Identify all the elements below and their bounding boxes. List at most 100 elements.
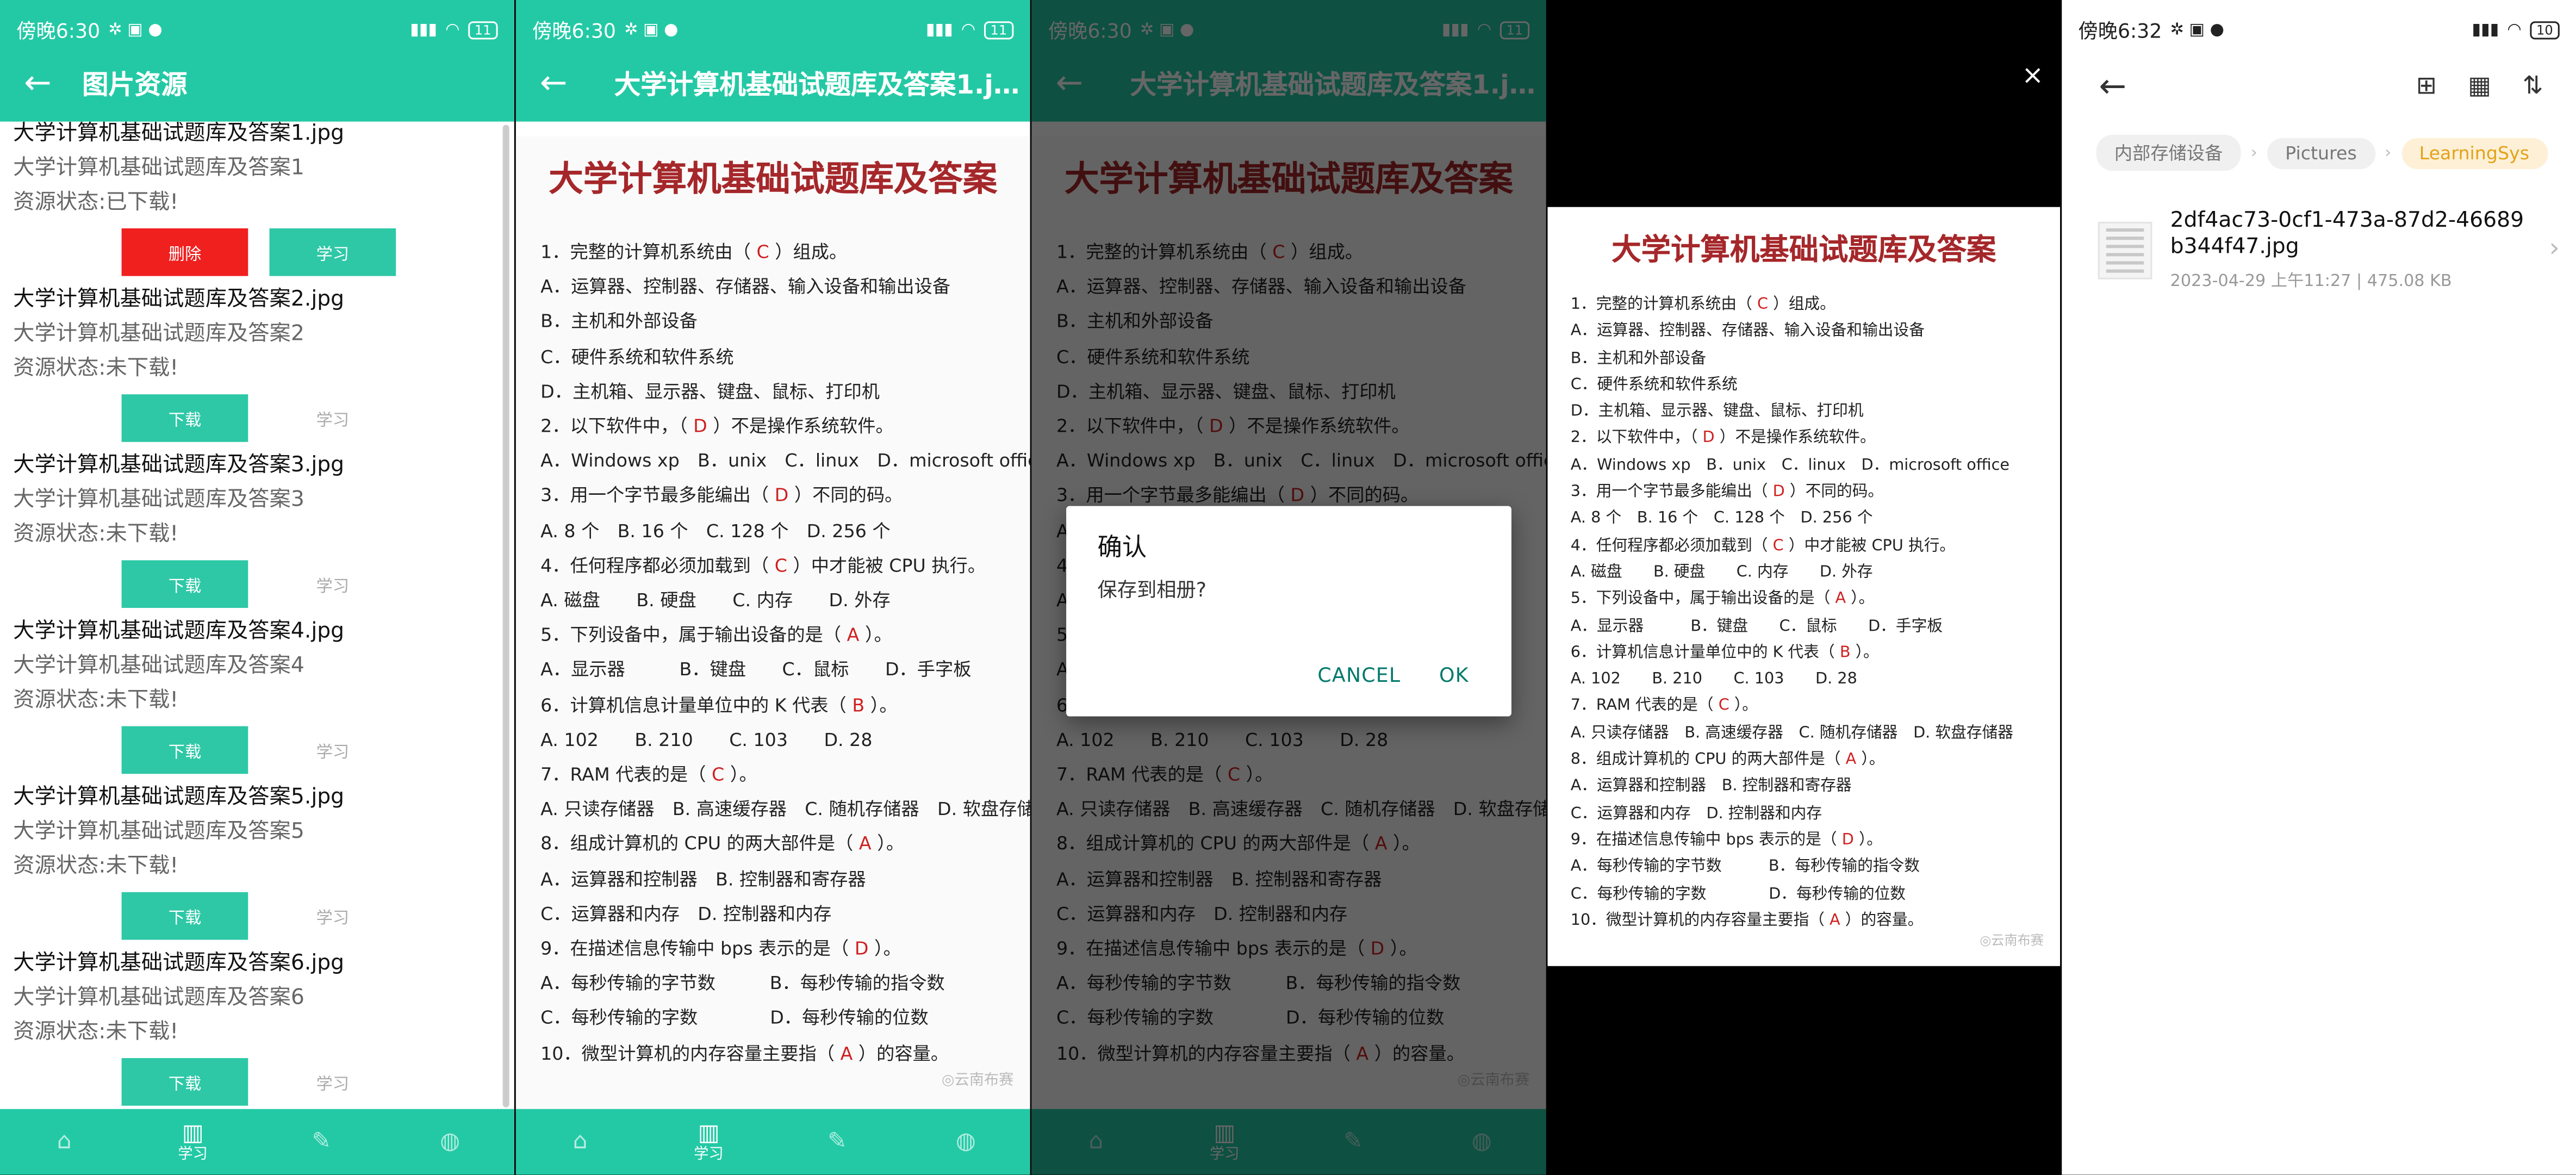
resource-status: 资源状态:未下载! xyxy=(13,688,179,713)
question-text: B．主机和外部设备 xyxy=(1570,349,1707,368)
answer-letter: D xyxy=(693,415,707,437)
question-line: 9．在描述信息传输中 bps 表示的是（ D ）。 xyxy=(1571,828,2060,855)
nav-home[interactable]: ⌂ xyxy=(0,1109,128,1175)
nav-edit[interactable]: ✎ xyxy=(773,1109,901,1175)
home-icon: ⌂ xyxy=(573,1128,588,1155)
question-line: 7．RAM 代表的是（ C ）。 xyxy=(1571,694,2060,721)
nav-study[interactable]: ▥学习 xyxy=(644,1109,773,1175)
document-image[interactable]: 大学计算机基础试题库及答案 1．完整的计算机系统由（ C ）组成。 A．运算器、控… xyxy=(515,136,1030,1109)
question-line: A．每秒传输的字节数 B．每秒传输的指令数 xyxy=(540,967,1030,1002)
download-button[interactable]: 下载 xyxy=(121,394,248,442)
answer-letter: B xyxy=(852,694,865,716)
resource-actions: 下载 学习 xyxy=(121,726,396,776)
back-arrow-icon[interactable]: ← xyxy=(0,63,76,102)
question-text: 1．完整的计算机系统由（ xyxy=(1570,295,1757,314)
question-text: C．运算器和内存 D. 控制器和内存 xyxy=(540,903,832,925)
resource-file-name: 大学计算机基础试题库及答案6.jpg xyxy=(13,951,345,976)
question-text: A．每秒传输的字节数 B．每秒传输的指令数 xyxy=(1570,858,1920,876)
bottom-nav: ⌂ ▥学习 ✎ ◍ xyxy=(0,1109,514,1175)
question-text: C．每秒传输的字数 D．每秒传输的位数 xyxy=(540,1008,929,1030)
question-list: 1．完整的计算机系统由（ C ）组成。 A．运算器、控制器、存储器、输入设备和输出… xyxy=(516,235,1030,1071)
pencil-icon: ✎ xyxy=(312,1128,331,1155)
dialog-title: 确认 xyxy=(1097,532,1147,562)
question-text: D．主机箱、显示器、键盘、鼠标、打印机 xyxy=(540,381,880,402)
question-text: 4．任何程序都必须加载到（ xyxy=(1570,537,1773,555)
list-item: 大学计算机基础试题库及答案2.jpg 大学计算机基础试题库及答案2 资源状态:未下载… xyxy=(0,284,514,450)
download-button[interactable]: 下载 xyxy=(121,892,248,940)
cancel-button[interactable]: CANCEL xyxy=(1317,664,1401,687)
resource-name: 大学计算机基础试题库及答案3 xyxy=(13,488,304,513)
study-button[interactable]: 学习 xyxy=(270,726,396,774)
question-text: ）不是操作系统软件。 xyxy=(1714,430,1876,448)
study-button[interactable]: 学习 xyxy=(270,892,396,940)
confirm-dialog: 确认 保存到相册? CANCEL OK xyxy=(1066,506,1511,717)
study-button[interactable]: 学习 xyxy=(270,1058,396,1106)
document-image[interactable]: 大学计算机基础试题库及答案 1．完整的计算机系统由（ C ）组成。 A．运算器、控… xyxy=(1547,207,2061,966)
question-line: A．运算器、控制器、存储器、输入设备和输出设备 xyxy=(540,270,1030,304)
nav-study[interactable]: ▥学习 xyxy=(128,1109,257,1175)
question-line: 6．计算机信息计量单位中的 K 代表（ B ）。 xyxy=(540,688,1030,723)
nav-home[interactable]: ⌂ xyxy=(516,1109,644,1175)
list-item: 大学计算机基础试题库及答案6.jpg 大学计算机基础试题库及答案6 资源状态:未下载… xyxy=(0,948,514,1108)
question-line: 2．以下软件中，（ D ）不是操作系统软件。 xyxy=(1571,426,2060,453)
answer-letter: D xyxy=(1702,430,1715,448)
nav-chat[interactable]: ◍ xyxy=(385,1109,514,1175)
question-text: ）。 xyxy=(868,938,901,960)
sort-icon[interactable]: ⇅ xyxy=(2523,71,2543,100)
answer-letter: A xyxy=(840,1042,853,1065)
study-button[interactable]: 学习 xyxy=(270,394,396,442)
new-folder-icon[interactable]: ⊞ xyxy=(2416,71,2437,100)
file-name: 2df4ac73-0cf1-473a-87d2-46689b344f47.jpg xyxy=(2170,208,2524,260)
question-line: C．硬件系统和软件系统 xyxy=(540,339,1030,374)
download-button[interactable]: 下载 xyxy=(121,726,248,774)
download-button[interactable]: 下载 xyxy=(121,560,248,608)
nav-edit[interactable]: ✎ xyxy=(257,1109,385,1175)
crumb-internal-storage[interactable]: 内部存储设备 xyxy=(2096,134,2241,171)
question-text: ）。 xyxy=(871,834,905,855)
battery-icon: 11 xyxy=(468,20,498,39)
ok-button[interactable]: OK xyxy=(1439,664,1469,687)
study-button[interactable]: 学习 xyxy=(270,560,396,608)
nav-study-label: 学习 xyxy=(178,1147,208,1164)
question-line: 4．任何程序都必须加载到（ C ）中才能被 CPU 执行。 xyxy=(540,549,1030,583)
question-text: A．运算器、控制器、存储器、输入设备和输出设备 xyxy=(540,276,951,298)
question-line: 10．微型计算机的内存容量主要指（ A ）的容量。 xyxy=(540,1036,1030,1071)
answer-letter: C xyxy=(756,241,769,263)
question-text: A．运算器和控制器 B. 控制器和寄存器 xyxy=(540,868,866,890)
battery-icon: 11 xyxy=(984,20,1014,39)
nav-chat[interactable]: ◍ xyxy=(901,1109,1030,1175)
resource-name: 大学计算机基础试题库及答案5 xyxy=(13,819,304,845)
crumb-pictures[interactable]: Pictures xyxy=(2267,137,2375,169)
resource-actions: 下载 学习 xyxy=(121,1058,396,1108)
study-button[interactable]: 学习 xyxy=(269,228,396,276)
resource-actions: 下载 学习 xyxy=(121,394,396,444)
file-list-item[interactable]: 2df4ac73-0cf1-473a-87d2-46689b344f47.jpg… xyxy=(2095,209,2560,301)
grid-view-icon[interactable]: ▦ xyxy=(2468,71,2491,100)
question-text: A．运算器、控制器、存储器、输入设备和输出设备 xyxy=(1570,322,1925,341)
book-icon: ▥ xyxy=(698,1120,720,1147)
resource-file-name: 大学计算机基础试题库及答案3.jpg xyxy=(13,453,345,478)
question-text: 2．以下软件中，（ xyxy=(1570,430,1703,448)
scrollbar[interactable] xyxy=(502,125,509,1108)
download-button[interactable]: 下载 xyxy=(121,1058,248,1106)
status-icons: ✲ ▣ ● xyxy=(2170,20,2225,39)
question-text: 9．在描述信息传输中 bps 表示的是（ xyxy=(1570,831,1842,850)
question-line: 4．任何程序都必须加载到（ C ）中才能被 CPU 执行。 xyxy=(1571,533,2060,560)
question-line: B．主机和外部设备 xyxy=(540,304,1030,339)
status-icons: ✲ ▣ ● xyxy=(624,20,679,39)
question-line: A．Windows xp B．unix C．linux D．microsoft … xyxy=(540,444,1030,479)
crumb-learningsys[interactable]: LearningSys xyxy=(2401,137,2548,169)
resource-list[interactable]: 大学计算机基础试题库及答案1.jpg 大学计算机基础试题库及答案1 资源状态:已下载… xyxy=(0,119,514,1108)
back-arrow-icon[interactable]: ← xyxy=(2062,66,2163,105)
question-line: B．主机和外部设备 xyxy=(1571,346,2060,372)
back-arrow-icon[interactable]: ← xyxy=(516,63,592,102)
question-line: A. 只读存储器 B. 高速缓存器 C. 随机存储器 D. 软盘存储器 xyxy=(540,792,1030,827)
breadcrumb: 内部存储设备 › Pictures › LearningSys xyxy=(2096,134,2548,171)
answer-letter: A xyxy=(847,624,860,646)
question-text: ）。 xyxy=(1853,831,1883,850)
status-time: 傍晚6:30 xyxy=(532,18,616,42)
resource-status: 资源状态:已下载! xyxy=(13,190,179,215)
delete-button[interactable]: 删除 xyxy=(121,228,248,276)
question-line: A．运算器和控制器 B. 控制器和寄存器 xyxy=(1571,774,2060,801)
close-icon[interactable]: × xyxy=(2021,59,2044,90)
